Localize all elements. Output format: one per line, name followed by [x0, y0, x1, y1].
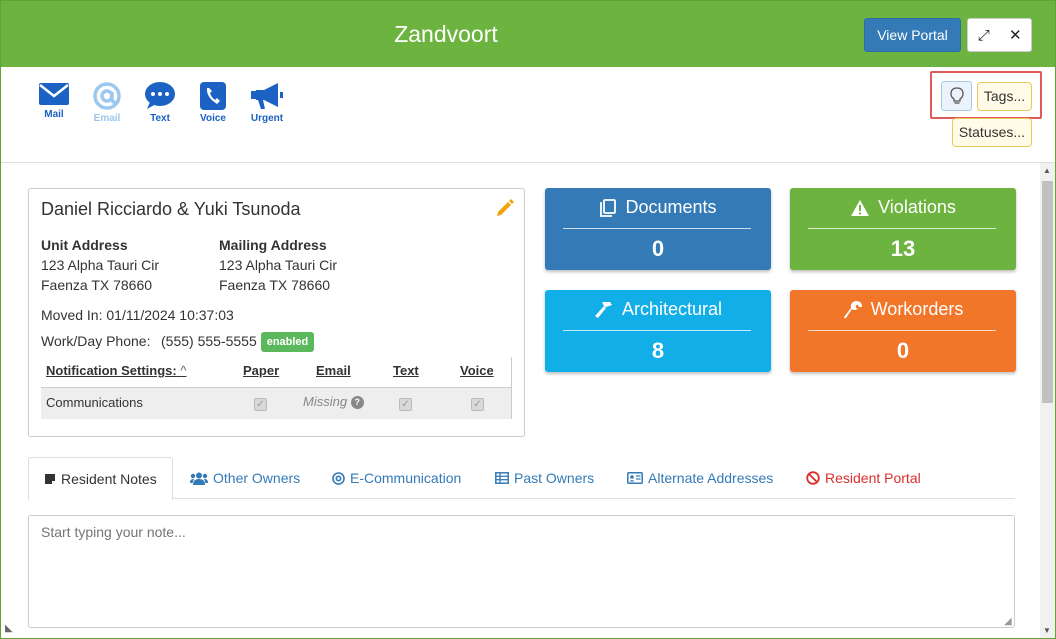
- row-label: Communications: [46, 395, 143, 410]
- warning-icon: [851, 199, 870, 216]
- mailing-address-line1: 123 Alpha Tauri Cir: [219, 257, 338, 273]
- tab-alternate-addresses[interactable]: Alternate Addresses: [627, 457, 773, 499]
- chat-icon: [145, 82, 175, 109]
- column-text: Text: [393, 363, 419, 378]
- address-card-icon: [627, 472, 643, 484]
- modal-resize-icon[interactable]: ◣: [5, 623, 13, 634]
- sort-up-icon: ^: [180, 363, 187, 378]
- users-icon: [190, 472, 208, 485]
- email-missing-status: Missing ?: [303, 394, 364, 409]
- tags-button[interactable]: Tags...: [977, 82, 1032, 111]
- at-icon: [332, 471, 345, 485]
- resident-modal: Zandvoort View Portal ⤢ ✕ Mail Email Tex…: [0, 0, 1056, 639]
- scroll-down-icon[interactable]: ▼: [1043, 626, 1051, 635]
- at-icon: [93, 82, 121, 110]
- resize-handle-icon[interactable]: ◢: [1004, 616, 1012, 627]
- expand-icon[interactable]: ⤢: [968, 19, 1000, 51]
- unit-address-label: Unit Address: [41, 237, 128, 253]
- edit-resident-button[interactable]: [495, 198, 515, 223]
- table-icon: [495, 472, 509, 484]
- violations-count: 13: [890, 236, 916, 261]
- phone-enabled-badge: enabled: [261, 332, 314, 352]
- violations-label: Violations: [878, 197, 956, 217]
- voice-button[interactable]: Voice: [191, 81, 235, 124]
- architectural-label: Architectural: [621, 299, 723, 319]
- statuses-button[interactable]: Statuses...: [952, 118, 1032, 147]
- resident-tabs: Resident Notes Other Owners E-Communicat…: [28, 457, 1015, 500]
- architectural-count: 8: [651, 338, 665, 363]
- resident-info-card: Daniel Ricciardo & Yuki Tsunoda Unit Add…: [28, 188, 525, 437]
- documents-label: Documents: [625, 197, 717, 217]
- close-icon[interactable]: ✕: [1000, 19, 1032, 51]
- phone-icon: [200, 82, 226, 110]
- phone-value: (555) 555-5555: [161, 333, 257, 349]
- notification-settings-header[interactable]: Notification Settings: ^: [46, 363, 186, 378]
- modal-title: Zandvoort: [394, 21, 498, 47]
- help-icon[interactable]: ?: [350, 396, 364, 409]
- scroll-thumb[interactable]: [1042, 181, 1053, 403]
- column-paper: Paper: [243, 363, 280, 378]
- workorders-tile[interactable]: Workorders 0: [790, 290, 1016, 372]
- column-voice: Voice: [460, 363, 494, 378]
- email-button[interactable]: Email: [85, 81, 129, 124]
- unit-address-line1: 123 Alpha Tauri Cir: [41, 257, 160, 273]
- mail-button[interactable]: Mail: [32, 81, 76, 120]
- column-email: Email: [316, 363, 351, 378]
- mail-icon: [39, 83, 69, 105]
- mailing-address-line2: Faenza TX 78660: [219, 277, 331, 293]
- resident-name: Daniel Ricciardo & Yuki Tsunoda: [41, 199, 301, 219]
- lightbulb-button[interactable]: [941, 81, 972, 111]
- urgent-button[interactable]: Urgent: [245, 81, 289, 124]
- workorders-label: Workorders: [870, 299, 964, 319]
- ban-icon: [806, 471, 820, 485]
- megaphone-icon: [251, 83, 283, 109]
- voice-checkbox[interactable]: ✓: [471, 398, 484, 411]
- phone-label: Work/Day Phone:: [41, 333, 151, 349]
- hammer-icon: [594, 301, 612, 318]
- view-portal-button[interactable]: View Portal: [864, 18, 961, 52]
- wrench-icon: [843, 300, 862, 318]
- unit-address-line2: Faenza TX 78660: [41, 277, 153, 293]
- moved-in-date: Moved In: 01/11/2024 10:37:03: [41, 307, 234, 323]
- paper-checkbox[interactable]: ✓: [254, 398, 267, 411]
- documents-icon: [600, 198, 617, 217]
- pencil-icon: [497, 199, 514, 216]
- tab-past-owners[interactable]: Past Owners: [495, 457, 594, 499]
- window-controls: ⤢ ✕: [967, 18, 1032, 52]
- tab-other-owners[interactable]: Other Owners: [190, 457, 300, 499]
- text-button[interactable]: Text: [138, 81, 182, 124]
- documents-tile[interactable]: Documents 0: [545, 188, 771, 270]
- architectural-tile[interactable]: Architectural 8: [545, 290, 771, 372]
- note-icon: [45, 473, 55, 484]
- violations-tile[interactable]: Violations 13: [790, 188, 1016, 270]
- workorders-count: 0: [896, 338, 910, 363]
- notification-settings-table: Notification Settings: ^ Paper Email Tex…: [41, 357, 512, 419]
- table-row: Communications ✓ Missing ? ✓ ✓: [41, 387, 511, 419]
- resident-note-input[interactable]: [28, 515, 1015, 628]
- lightbulb-icon: [949, 87, 964, 104]
- documents-count: 0: [651, 236, 665, 261]
- tab-resident-portal[interactable]: Resident Portal: [806, 457, 921, 499]
- scroll-up-icon[interactable]: ▲: [1043, 166, 1051, 175]
- modal-header: Zandvoort View Portal ⤢ ✕: [1, 1, 1055, 67]
- tab-resident-notes[interactable]: Resident Notes: [28, 457, 173, 500]
- tab-e-communication[interactable]: E-Communication: [332, 457, 461, 499]
- communication-toolbar: Mail Email Text Voice Urgent: [1, 67, 1055, 163]
- text-checkbox[interactable]: ✓: [399, 398, 412, 411]
- scrollbar[interactable]: ▲ ▼: [1040, 163, 1055, 638]
- mailing-address-label: Mailing Address: [219, 237, 327, 253]
